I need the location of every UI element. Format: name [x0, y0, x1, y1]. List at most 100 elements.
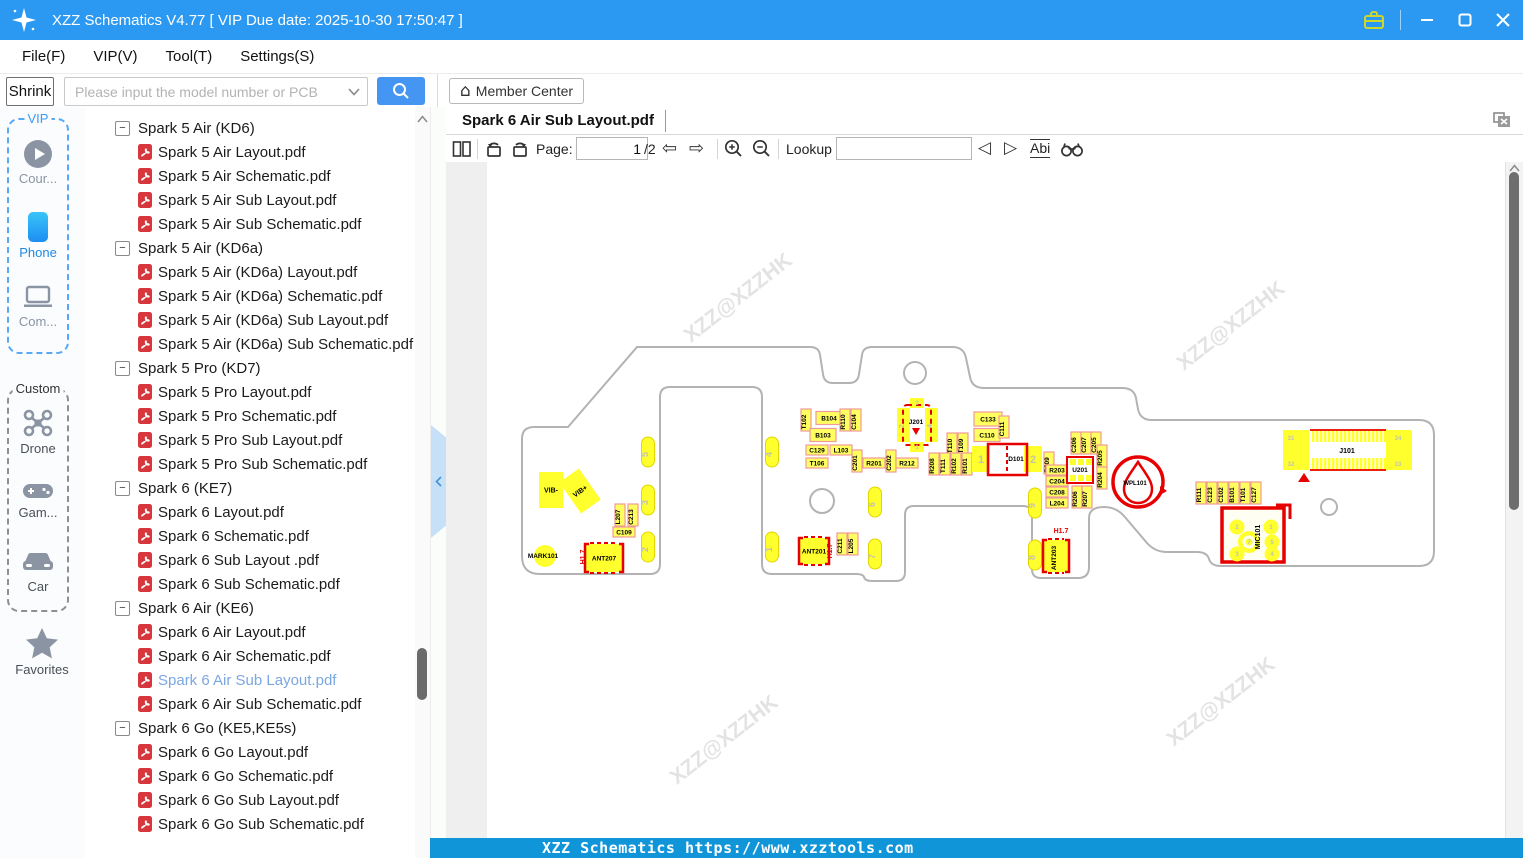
- shrink-button[interactable]: Shrink: [6, 77, 54, 106]
- collapse-expander-icon[interactable]: −: [115, 360, 130, 376]
- maximize-button[interactable]: [1453, 8, 1477, 32]
- zoom-out-button[interactable]: [751, 135, 772, 162]
- tree-file-row[interactable]: Spark 6 Air Layout.pdf: [85, 620, 415, 644]
- pdf-canvas[interactable]: XZZ@XZZHK XZZ@XZZHK XZZ@XZZHK XZZ@XZZHK 5 3 2 4…: [446, 162, 1523, 838]
- page-number-input[interactable]: [576, 137, 648, 160]
- tree-file-row[interactable]: Spark 5 Air (KD6a) Schematic.pdf: [85, 284, 415, 308]
- rotate-left-button[interactable]: [484, 135, 504, 162]
- vip-group-label: VIP: [24, 111, 52, 126]
- scroll-up-icon[interactable]: [417, 115, 428, 123]
- drone-icon: [23, 409, 53, 437]
- menu-tool[interactable]: Tool(T): [160, 46, 219, 67]
- lookup-input[interactable]: [836, 137, 972, 160]
- minimize-button[interactable]: [1415, 8, 1439, 32]
- svg-text:C123: C123: [1207, 487, 1214, 503]
- rail-item-course[interactable]: Cour...: [9, 140, 67, 186]
- collapse-expander-icon[interactable]: −: [115, 720, 130, 736]
- window-title: XZZ Schematics V4.77 [ VIP Due date: 202…: [52, 11, 463, 29]
- tree-file-row[interactable]: Spark 5 Air Sub Schematic.pdf: [85, 212, 415, 236]
- tree-file-row[interactable]: Spark 6 Sub Schematic.pdf: [85, 572, 415, 596]
- svg-text:8: 8: [1027, 555, 1037, 560]
- rail-item-favorites[interactable]: Favorites: [13, 627, 71, 677]
- svg-text:33: 33: [1395, 462, 1402, 468]
- svg-text:H1.7: H1.7: [580, 550, 587, 565]
- close-button[interactable]: [1491, 8, 1515, 32]
- tree-file-row[interactable]: Spark 6 Go Sub Schematic.pdf: [85, 812, 415, 836]
- pdf-file-icon: [138, 384, 152, 400]
- collapse-expander-icon[interactable]: −: [115, 120, 130, 136]
- svg-text:L207: L207: [615, 509, 622, 524]
- tree-file-row[interactable]: Spark 6 Go Schematic.pdf: [85, 764, 415, 788]
- tree-file-row[interactable]: Spark 5 Pro Schematic.pdf: [85, 404, 415, 428]
- tree-file-row[interactable]: Spark 5 Air Schematic.pdf: [85, 164, 415, 188]
- zoom-in-button[interactable]: [723, 135, 744, 162]
- tree-file-label: Spark 5 Air Sub Schematic.pdf: [158, 215, 362, 233]
- search-button[interactable]: [377, 77, 425, 105]
- rail-item-drone[interactable]: Drone: [9, 408, 67, 456]
- model-search-input[interactable]: [73, 78, 347, 105]
- collapse-expander-icon[interactable]: −: [115, 600, 130, 616]
- next-page-icon[interactable]: ⇨: [689, 135, 704, 162]
- close-document-icon[interactable]: [1493, 112, 1511, 128]
- menu-settings[interactable]: Settings(S): [234, 46, 320, 67]
- tree-group-row[interactable]: − Spark 5 Air (KD6): [85, 116, 415, 140]
- tree-file-row[interactable]: Spark 5 Pro Layout.pdf: [85, 380, 415, 404]
- pdf-file-icon: [138, 408, 152, 424]
- tree-group-row[interactable]: − Spark 6 Air (KE6): [85, 596, 415, 620]
- pdf-file-icon: [138, 768, 152, 784]
- tree-file-row[interactable]: Spark 5 Air (KD6a) Layout.pdf: [85, 260, 415, 284]
- tree-scrollbar[interactable]: [415, 107, 430, 858]
- search-row: Shrink ⌂ Member Center: [0, 74, 1523, 108]
- tree-file-row[interactable]: Spark 5 Air (KD6a) Sub Layout.pdf: [85, 308, 415, 332]
- rail-item-game[interactable]: Gam...: [9, 480, 67, 520]
- rail-item-computer[interactable]: Com...: [9, 285, 67, 329]
- prev-page-icon[interactable]: ⇦: [662, 135, 677, 162]
- match-case-button[interactable]: Abi: [1030, 135, 1051, 162]
- svg-text:L204: L204: [1050, 500, 1065, 507]
- svg-text:C208: C208: [1049, 489, 1065, 496]
- scroll-up-icon[interactable]: [1509, 164, 1520, 172]
- tree-group-row[interactable]: − Spark 6 (KE7): [85, 476, 415, 500]
- tree-file-row[interactable]: Spark 6 Layout.pdf: [85, 500, 415, 524]
- svg-text:R203: R203: [1049, 467, 1065, 474]
- tree-group-row[interactable]: − Spark 6 Go (KE5,KE5s): [85, 716, 415, 740]
- rotate-right-button[interactable]: [510, 135, 530, 162]
- tree-file-row[interactable]: Spark 6 Air Schematic.pdf: [85, 644, 415, 668]
- tree-file-row[interactable]: Spark 5 Air Sub Layout.pdf: [85, 188, 415, 212]
- tree-group-row[interactable]: − Spark 5 Pro (KD7): [85, 356, 415, 380]
- member-center-button[interactable]: ⌂ Member Center: [449, 78, 585, 104]
- tree-file-row[interactable]: Spark 6 Sub Layout .pdf: [85, 548, 415, 572]
- menu-vip[interactable]: VIP(V): [87, 46, 143, 67]
- rail-item-car[interactable]: Car: [9, 550, 67, 594]
- collapse-expander-icon[interactable]: −: [115, 480, 130, 496]
- tree-file-row[interactable]: Spark 6 Air Sub Layout.pdf: [85, 668, 415, 692]
- tree-file-row[interactable]: Spark 6 Go Layout.pdf: [85, 740, 415, 764]
- pcb-hole: [809, 488, 835, 514]
- menu-file[interactable]: File(F): [16, 46, 71, 67]
- collapse-panel-handle[interactable]: [431, 425, 446, 538]
- viewer-scrollbar[interactable]: [1505, 162, 1523, 838]
- find-all-button[interactable]: [1060, 135, 1084, 162]
- find-previous-icon[interactable]: ◁: [978, 135, 991, 162]
- rail-item-phone[interactable]: Phone: [9, 212, 67, 260]
- briefcase-icon[interactable]: [1362, 9, 1386, 31]
- svg-text:B103: B103: [815, 432, 831, 439]
- two-page-view-button[interactable]: [452, 135, 472, 162]
- collapse-expander-icon[interactable]: −: [115, 240, 130, 256]
- tree-file-row[interactable]: Spark 6 Schematic.pdf: [85, 524, 415, 548]
- viewer-scrollbar-thumb[interactable]: [1509, 172, 1519, 510]
- chevron-down-icon[interactable]: [348, 88, 360, 96]
- svg-text:C129: C129: [809, 447, 825, 454]
- lookup-label: Lookup: [786, 140, 832, 157]
- tree-file-row[interactable]: Spark 5 Air (KD6a) Sub Schematic.pdf: [85, 332, 415, 356]
- tree-file-row[interactable]: Spark 5 Pro Sub Layout.pdf: [85, 428, 415, 452]
- tree-file-row[interactable]: Spark 6 Go Sub Layout.pdf: [85, 788, 415, 812]
- svg-text:C110: C110: [979, 432, 995, 439]
- tree-scrollbar-thumb[interactable]: [417, 648, 427, 700]
- tree-file-row[interactable]: Spark 6 Air Sub Schematic.pdf: [85, 692, 415, 716]
- document-tab[interactable]: Spark 6 Air Sub Layout.pdf: [462, 112, 654, 129]
- find-next-icon[interactable]: ▷: [1004, 135, 1017, 162]
- tree-group-row[interactable]: − Spark 5 Air (KD6a): [85, 236, 415, 260]
- tree-file-row[interactable]: Spark 5 Air Layout.pdf: [85, 140, 415, 164]
- tree-file-row[interactable]: Spark 5 Pro Sub Schematic.pdf: [85, 452, 415, 476]
